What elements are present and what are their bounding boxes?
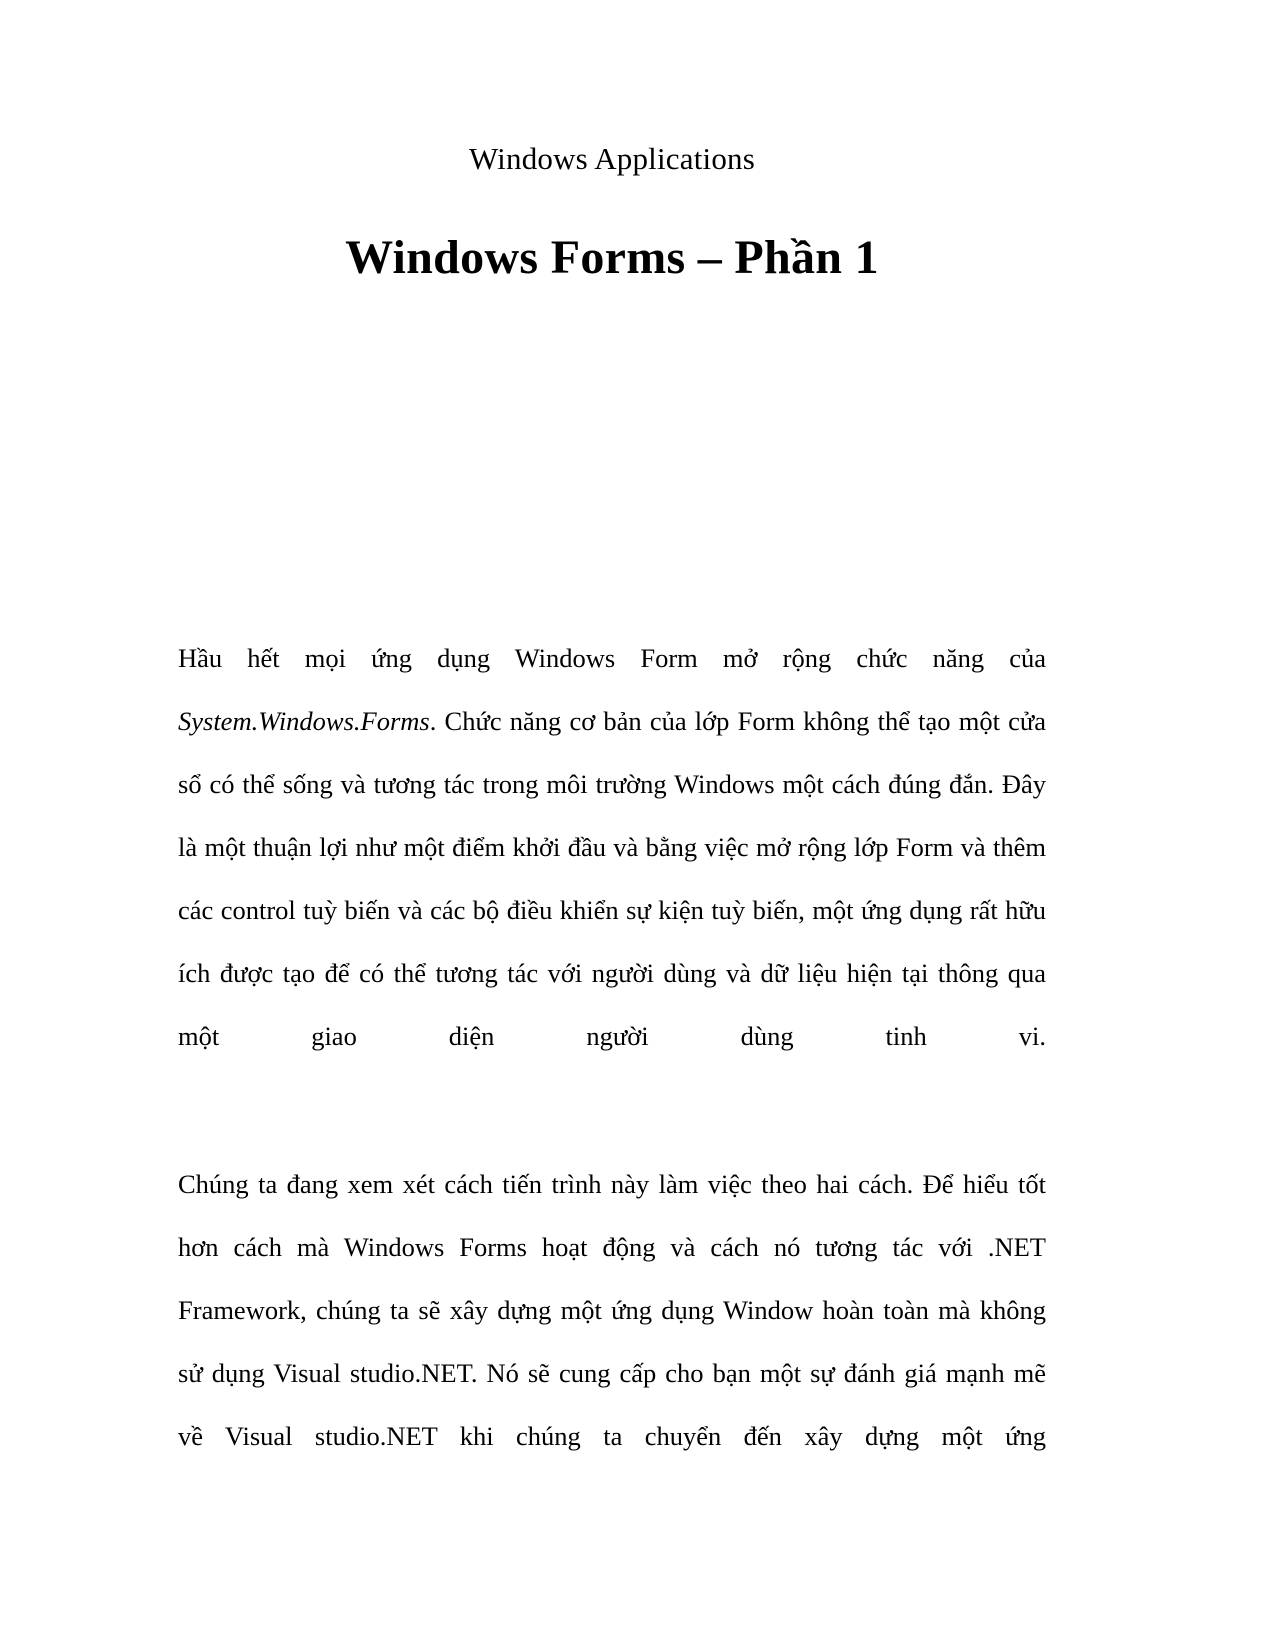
document-page: Windows Applications Windows Forms – Phầ… (0, 0, 1274, 1649)
body-text-block: Hầu hết mọi ứng dụng Windows Form mở rộn… (178, 627, 1046, 1531)
paragraph-2-run-1: Chúng ta đang xem xét cách tiến trình nà… (178, 1168, 1046, 1451)
paragraph-1-run-2-italic: System.Windows.Forms (178, 705, 430, 736)
paragraph-1-run-3: . Chức năng cơ bản của lớp Form không th… (178, 705, 1046, 1051)
paragraph-2: Chúng ta đang xem xét cách tiến trình nà… (178, 1153, 1046, 1531)
page-header-text: Windows Applications (468, 141, 756, 176)
page-content: Windows Applications Windows Forms – Phầ… (178, 0, 1046, 1531)
paragraph-1-run-1: Hầu hết mọi ứng dụng Windows Form mở rộn… (178, 642, 1046, 673)
page-title: Windows Forms – Phần 1 (345, 231, 879, 285)
paragraph-1: Hầu hết mọi ứng dụng Windows Form mở rộn… (178, 627, 1046, 1131)
